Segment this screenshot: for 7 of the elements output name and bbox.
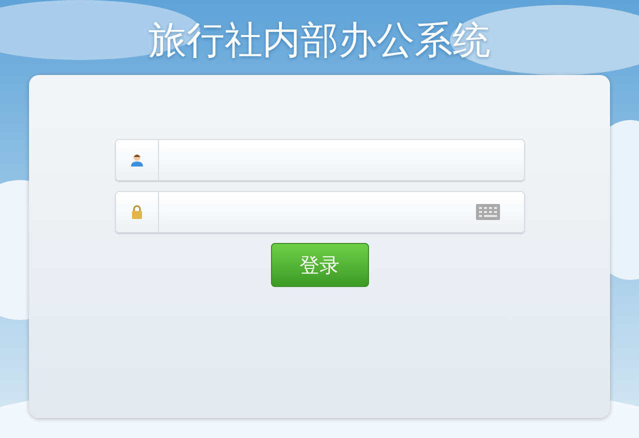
keyboard-icon[interactable]: [476, 204, 500, 220]
password-field[interactable]: [114, 191, 524, 233]
username-field[interactable]: [114, 139, 524, 181]
lock-icon: [130, 205, 142, 219]
login-button[interactable]: 登录: [270, 243, 368, 287]
system-title: 旅行社内部办公系统: [148, 17, 490, 64]
user-icon: [130, 153, 144, 167]
